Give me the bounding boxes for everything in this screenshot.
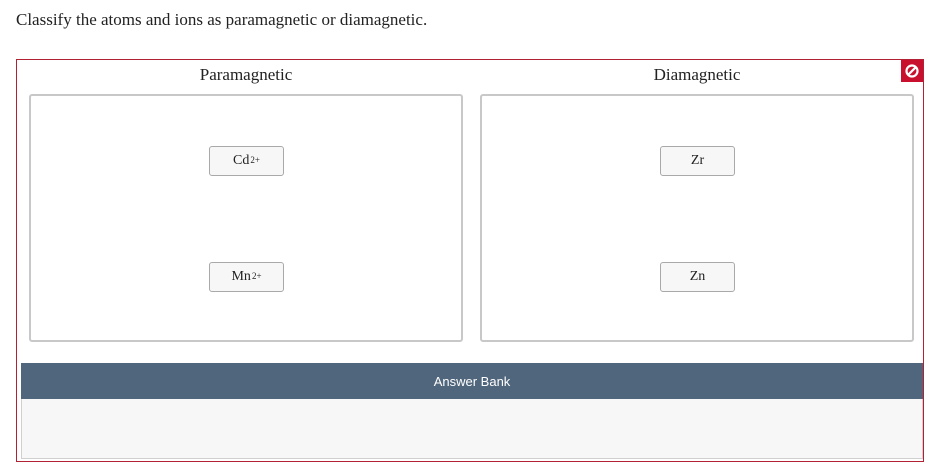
chip-label: Mn <box>231 269 251 284</box>
chip-label: Zn <box>689 269 706 284</box>
chip-charge: 2+ <box>250 155 260 165</box>
chip-zn[interactable]: Zn <box>660 262 735 292</box>
answer-bank-header: Answer Bank <box>21 363 923 399</box>
answer-bank-area[interactable] <box>21 399 923 459</box>
chip-label: Cd <box>233 153 250 168</box>
diamagnetic-title: Diamagnetic <box>653 65 741 84</box>
question-prompt: Classify the atoms and ions as paramagne… <box>16 10 428 29</box>
chip-zr[interactable]: Zr <box>660 146 735 176</box>
chip-charge: 2+ <box>251 271 262 281</box>
chip-label: Zr <box>690 153 705 168</box>
paramagnetic-bin[interactable]: Cd 2+ Mn 2+ <box>29 94 463 342</box>
paramagnetic-title: Paramagnetic <box>199 65 293 84</box>
chip-mn2plus[interactable]: Mn 2+ <box>209 262 284 292</box>
drag-drop-frame: Paramagnetic Diamagnetic Cd 2+ Mn 2+ Zr Zn… <box>16 59 924 462</box>
chip-cd2plus[interactable]: Cd 2+ <box>209 146 284 176</box>
diamagnetic-bin[interactable]: Zr Zn <box>480 94 914 342</box>
answer-bank-title: Answer Bank <box>433 373 511 389</box>
